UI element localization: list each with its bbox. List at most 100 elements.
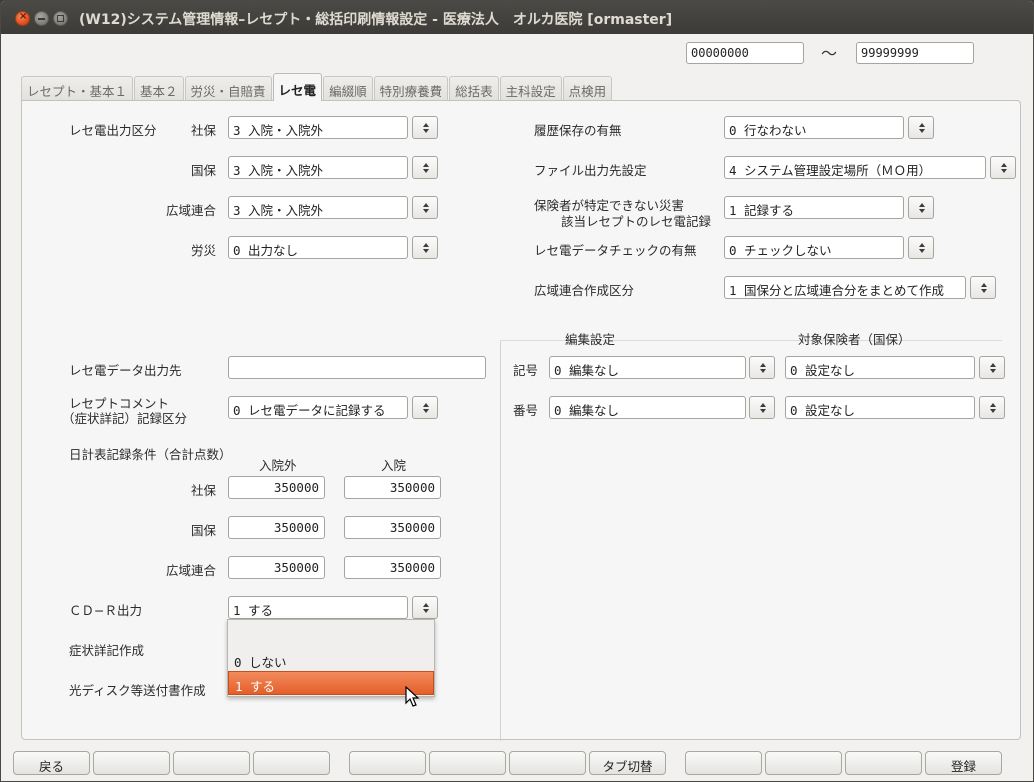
comment-select[interactable]: 0 レセ電データに記録する [228,396,408,419]
function-button-2[interactable] [93,751,170,775]
arrow-up-icon [990,363,996,367]
tab-inspection[interactable]: 点検用 [562,76,613,100]
output-koiki-spin-button[interactable] [412,196,438,219]
arrow-down-icon [423,609,429,613]
bangou-edit-select[interactable]: 0 編集なし [549,396,746,419]
cdr-select[interactable]: 1 する [228,596,408,619]
daily-shaho-inpatient-input[interactable]: 350000 [344,476,441,499]
disaster-label-line2: 該当レセプトのレセ電記録 [561,214,712,229]
edit-settings-header: 編集設定 [565,332,616,347]
arrow-down-icon [990,409,996,413]
bangou-insurer-spin-button[interactable] [979,396,1005,419]
output-rousai-spin-button[interactable] [412,236,438,259]
daily-kokuho-inpatient-input[interactable]: 350000 [344,516,441,539]
daily-col-outpatient: 入院外 [259,458,297,473]
daily-koiki-outpatient-input[interactable]: 350000 [228,556,325,579]
function-button-3[interactable] [173,751,250,775]
dropdown-option-suru[interactable]: 1 する [228,671,434,695]
comment-label-line2: （症状詳記）記録区分 [62,411,188,426]
history-select[interactable]: 0 行なわない [724,116,904,139]
dropdown-option-shinai[interactable]: 0 しない [228,648,434,672]
daily-koiki-inpatient-input[interactable]: 350000 [344,556,441,579]
daily-kokuho-outpatient-input[interactable]: 350000 [228,516,325,539]
cdr-spin-button[interactable] [412,596,438,619]
insurer-header: 対象保険者（国保） [798,332,911,347]
function-button-7[interactable] [509,751,586,775]
daily-shaho-outpatient-input[interactable]: 350000 [228,476,325,499]
range-from-input[interactable]: 00000000 [686,42,804,64]
dropdown-option-blank[interactable] [228,624,434,648]
kigou-insurer-spin-button[interactable] [979,356,1005,379]
range-to-input[interactable]: 99999999 [856,42,974,64]
arrow-down-icon [1001,169,1007,173]
close-window-button[interactable]: × [15,11,30,26]
tab-resseden[interactable]: レセ電 [272,73,323,101]
tab-main-dept-settings[interactable]: 主科設定 [499,76,562,100]
window-title: (W12)システム管理情報–レセプト・総括印刷情報設定 - 医療法人 オルカ医院… [79,12,673,28]
kigou-label: 記号 [513,363,539,378]
cdr-label: ＣＤ−Ｒ出力 [69,603,142,618]
function-button-9[interactable] [685,751,762,775]
function-button-6[interactable] [429,751,506,775]
optical-label: 光ディスク等送付書作成 [69,683,206,698]
kigou-insurer-select[interactable]: 0 設定なし [785,356,975,379]
history-label: 履歴保存の有無 [534,123,622,138]
arrow-up-icon [423,123,429,127]
tab-receipt-basic1[interactable]: レセプト・基本１ [21,76,134,100]
function-button-4[interactable] [253,751,330,775]
kigou-edit-spin-button[interactable] [749,356,775,379]
koiki-create-select[interactable]: 1 国保分と広域連合分をまとめて作成 [724,276,966,299]
file-dest-spin-button[interactable] [990,156,1016,179]
check-spin-button[interactable] [908,236,934,259]
arrow-down-icon [760,369,766,373]
arrow-down-icon [423,209,429,213]
arrow-up-icon [919,203,925,207]
data-dest-label: レセ電データ出力先 [69,363,182,378]
section-divider-vertical [500,341,501,741]
daily-shaho-label: 社保 [190,483,216,498]
disaster-select[interactable]: 1 記録する [724,196,904,219]
bangou-label: 番号 [513,403,539,418]
tab-switch-button[interactable]: タブ切替 [589,751,666,775]
koiki-create-spin-button[interactable] [970,276,996,299]
output-rousai-select[interactable]: 0 出力なし [228,236,408,259]
tab-summary-table[interactable]: 総括表 [449,76,499,100]
output-koiki-select[interactable]: 3 入院・入院外 [228,196,408,219]
bangou-edit-spin-button[interactable] [749,396,775,419]
output-rousai-label: 労災 [190,243,216,258]
output-kokuho-select[interactable]: 3 入院・入院外 [228,156,408,179]
function-button-11[interactable] [845,751,922,775]
arrow-down-icon [919,209,925,213]
output-kokuho-spin-button[interactable] [412,156,438,179]
check-label: レセ電データチェックの有無 [534,243,697,258]
bangou-insurer-select[interactable]: 0 設定なし [785,396,975,419]
tab-basic2[interactable]: 基本２ [134,76,184,100]
comment-spin-button[interactable] [412,396,438,419]
arrow-down-icon [981,289,987,293]
back-button[interactable]: 戻る [13,751,90,775]
tab-hentetsu-order[interactable]: 編綴順 [323,76,373,100]
output-shaho-spin-button[interactable] [412,116,438,139]
koiki-create-label: 広域連合作成区分 [534,283,635,298]
maximize-window-button[interactable] [53,11,68,26]
kigou-edit-select[interactable]: 0 編集なし [549,356,746,379]
tab-bar: レセプト・基本１ 基本２ 労災・自賠責 レセ電 編綴順 特別療養費 総括表 主科… [21,73,613,101]
function-button-10[interactable] [765,751,842,775]
tab-rousai-jibaiseki[interactable]: 労災・自賠責 [184,76,272,100]
arrow-down-icon [990,369,996,373]
history-spin-button[interactable] [908,116,934,139]
file-dest-select[interactable]: 4 システム管理設定場所（ＭＯ用） [724,156,986,179]
minimize-window-button[interactable] [34,11,49,26]
check-select[interactable]: 0 チェックしない [724,236,904,259]
tab-special-care-cost[interactable]: 特別療養費 [373,76,449,100]
cdr-dropdown-menu: 0 しない 1 する [227,619,435,697]
register-button[interactable]: 登録 [925,751,1002,775]
arrow-down-icon [919,249,925,253]
data-dest-input[interactable] [228,356,486,379]
function-key-bar: 戻る タブ切替 登録 [13,751,1023,775]
output-shaho-select[interactable]: 3 入院・入院外 [228,116,408,139]
disaster-spin-button[interactable] [908,196,934,219]
arrow-down-icon [423,169,429,173]
arrow-up-icon [423,163,429,167]
function-button-5[interactable] [349,751,426,775]
